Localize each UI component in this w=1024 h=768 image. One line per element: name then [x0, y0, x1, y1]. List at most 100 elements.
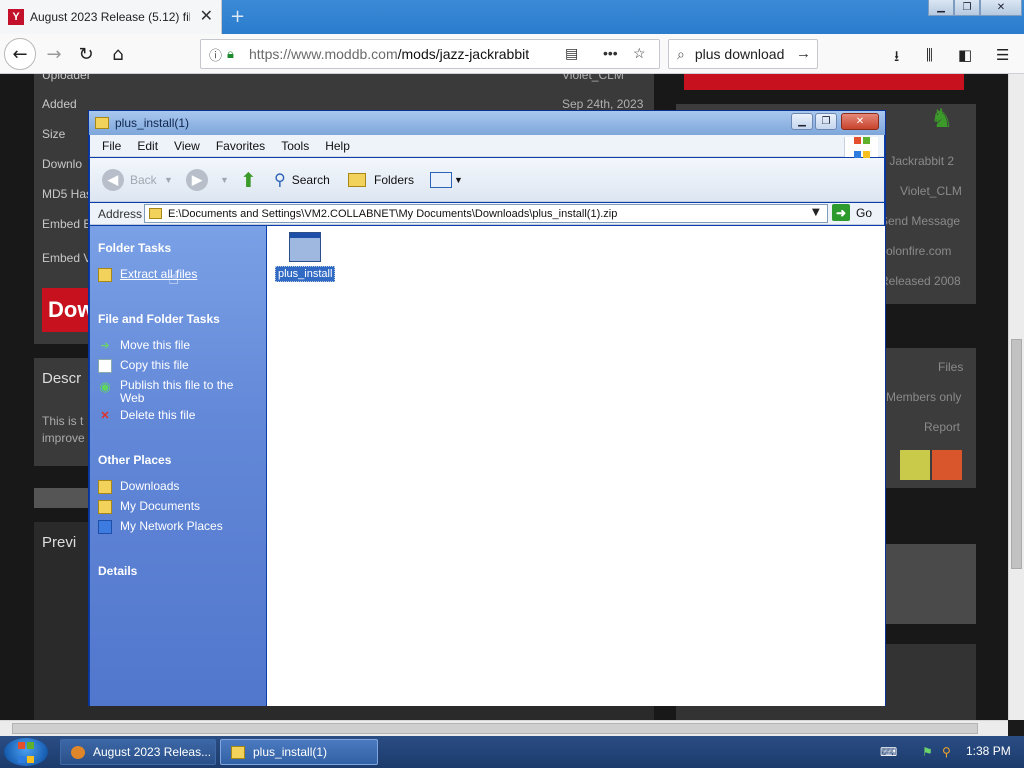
views-button[interactable]: ▼: [430, 167, 463, 193]
hand-cursor-icon: ☝: [168, 268, 179, 289]
start-button[interactable]: [4, 738, 48, 766]
url-text[interactable]: https://www.moddb.com/mods/jazz-jackrabb…: [249, 46, 549, 62]
folders-button[interactable]: Folders: [348, 167, 414, 193]
forward-arrow-icon[interactable]: →: [40, 40, 68, 68]
info-text: z Jackrabbit 2: [880, 154, 955, 168]
forward-arrow-icon: ▶: [186, 169, 208, 191]
menu-bar: File Edit View Favorites Tools Help: [90, 135, 884, 158]
taskbar-explorer-button[interactable]: plus_install(1): [220, 739, 378, 765]
keyboard-icon[interactable]: ⌨: [880, 745, 897, 759]
search-input[interactable]: ⌕ plus download →: [668, 39, 818, 69]
detail-row: Downlo: [42, 157, 83, 171]
menu-edit[interactable]: Edit: [137, 139, 158, 153]
back-dropdown-icon[interactable]: ▼: [164, 167, 173, 193]
library-icon[interactable]: ⫼: [926, 46, 933, 64]
copy-this-file-link[interactable]: Copy this file: [98, 359, 258, 373]
url-bar[interactable]: ⓘ 🔒︎ https://www.moddb.com/mods/jazz-jac…: [200, 39, 660, 69]
delete-x-icon: ✕: [100, 409, 110, 422]
search-tray-icon[interactable]: ⚲: [942, 745, 951, 759]
description-text: This is t: [42, 414, 84, 428]
folder-icon: [348, 173, 366, 187]
file-name[interactable]: plus_install: [275, 266, 336, 282]
zip-folder-icon: [231, 745, 245, 759]
page-horizontal-scrollbar[interactable]: [0, 720, 1008, 736]
move-file-icon: ➔: [100, 339, 110, 352]
views-grid-icon: [430, 172, 452, 188]
folders-label: Folders: [374, 173, 415, 187]
bookmark-star-icon[interactable]: ☆: [633, 45, 646, 62]
downloads-link[interactable]: Downloads: [98, 480, 258, 494]
info-text: Report: [924, 420, 961, 434]
search-query[interactable]: plus download: [695, 46, 785, 62]
home-icon[interactable]: ⌂: [104, 40, 132, 68]
zip-folder-icon: [149, 208, 162, 219]
page-vertical-scrollbar[interactable]: [1008, 74, 1024, 720]
lock-icon[interactable]: 🔒︎: [227, 46, 249, 62]
menu-view[interactable]: View: [174, 139, 200, 153]
my-documents-link[interactable]: My Documents: [98, 500, 258, 514]
reader-view-icon[interactable]: ▤: [565, 45, 578, 62]
up-folder-icon[interactable]: ⬆: [240, 167, 257, 193]
scroll-thumb[interactable]: [1011, 339, 1022, 569]
search-icon: ⌕: [677, 45, 685, 62]
search-go-arrow-icon[interactable]: →: [796, 45, 811, 62]
browser-maximize-button[interactable]: ❐: [954, 0, 980, 16]
firefox-icon: [71, 745, 85, 759]
forward-dropdown-icon[interactable]: ▼: [220, 167, 229, 193]
address-dropdown-icon[interactable]: ▼: [812, 207, 820, 218]
page-info-icon[interactable]: ⓘ: [209, 45, 227, 64]
jazz-rabbit-sprite-icon: ♞: [930, 104, 954, 134]
file-list-area[interactable]: plus_install: [267, 226, 885, 706]
move-this-file-link[interactable]: ➔ Move this file: [98, 339, 258, 353]
detail-row: Uploader Violet_CLM: [42, 74, 624, 82]
taskbar-firefox-button[interactable]: August 2023 Releas...: [60, 739, 216, 765]
task-pane: Folder Tasks Extract all files File and …: [90, 226, 266, 706]
scroll-thumb[interactable]: [12, 723, 978, 734]
back-button[interactable]: ◀ Back: [102, 167, 157, 193]
address-value[interactable]: E:\Documents and Settings\VM2.COLLABNET\…: [168, 208, 617, 220]
menu-favorites[interactable]: Favorites: [216, 139, 265, 153]
menu-file[interactable]: File: [102, 139, 121, 153]
globe-icon: ◉: [99, 378, 111, 394]
info-text: Released 2008: [880, 274, 961, 288]
browser-close-button[interactable]: ✕: [980, 0, 1022, 16]
network-tray-icon[interactable]: ⚑: [922, 745, 933, 759]
go-button[interactable]: ➜ Go: [832, 204, 872, 221]
menu-hamburger-icon[interactable]: ☰: [996, 46, 1009, 64]
minimize-button[interactable]: ▁: [791, 113, 813, 130]
red-banner: [684, 74, 964, 90]
forward-button[interactable]: ▶: [186, 167, 214, 193]
maximize-button[interactable]: ❐: [815, 113, 837, 130]
tab-close-icon[interactable]: ✕: [200, 8, 213, 24]
my-network-places-link[interactable]: My Network Places: [98, 520, 258, 534]
detail-row: Size: [42, 127, 66, 141]
browser-minimize-button[interactable]: ▁: [928, 0, 954, 16]
clock[interactable]: 1:38 PM: [966, 744, 1011, 758]
other-places-heading[interactable]: Other Places: [98, 453, 171, 467]
details-heading[interactable]: Details: [98, 564, 137, 578]
search-button[interactable]: ⚲ Search: [274, 167, 330, 193]
address-label: Address: [98, 206, 143, 221]
go-arrow-icon: ➜: [832, 204, 850, 221]
back-arrow-icon[interactable]: ←: [4, 38, 36, 70]
menu-tools[interactable]: Tools: [281, 139, 309, 153]
file-item-plus-install[interactable]: plus_install: [275, 232, 336, 282]
reload-icon[interactable]: ↻: [72, 40, 100, 68]
file-folder-tasks-heading[interactable]: File and Folder Tasks: [98, 312, 220, 326]
delete-this-file-link[interactable]: ✕ Delete this file: [98, 409, 258, 423]
close-button[interactable]: ✕: [841, 113, 879, 130]
publish-to-web-link[interactable]: ◉ Publish this file to the Web: [98, 379, 258, 405]
taskbar: August 2023 Releas... plus_install(1) ⌨ …: [0, 736, 1024, 768]
browser-tab[interactable]: Y August 2023 Release (5.12) file - ✕: [0, 0, 222, 34]
share-icon[interactable]: [900, 450, 930, 480]
menu-help[interactable]: Help: [325, 139, 350, 153]
page-actions-icon[interactable]: •••: [603, 45, 618, 61]
folder-tasks-heading[interactable]: Folder Tasks: [98, 241, 171, 255]
tab-title: August 2023 Release (5.12) file -: [30, 10, 190, 24]
downloads-icon[interactable]: ⭳: [894, 46, 899, 71]
address-field[interactable]: E:\Documents and Settings\VM2.COLLABNET\…: [144, 204, 828, 223]
window-title-bar[interactable]: plus_install(1) ▁ ❐ ✕: [89, 111, 885, 135]
new-tab-plus-icon[interactable]: +: [230, 6, 245, 27]
sidebar-icon[interactable]: ◧: [958, 46, 972, 64]
reddit-icon[interactable]: [932, 450, 962, 480]
